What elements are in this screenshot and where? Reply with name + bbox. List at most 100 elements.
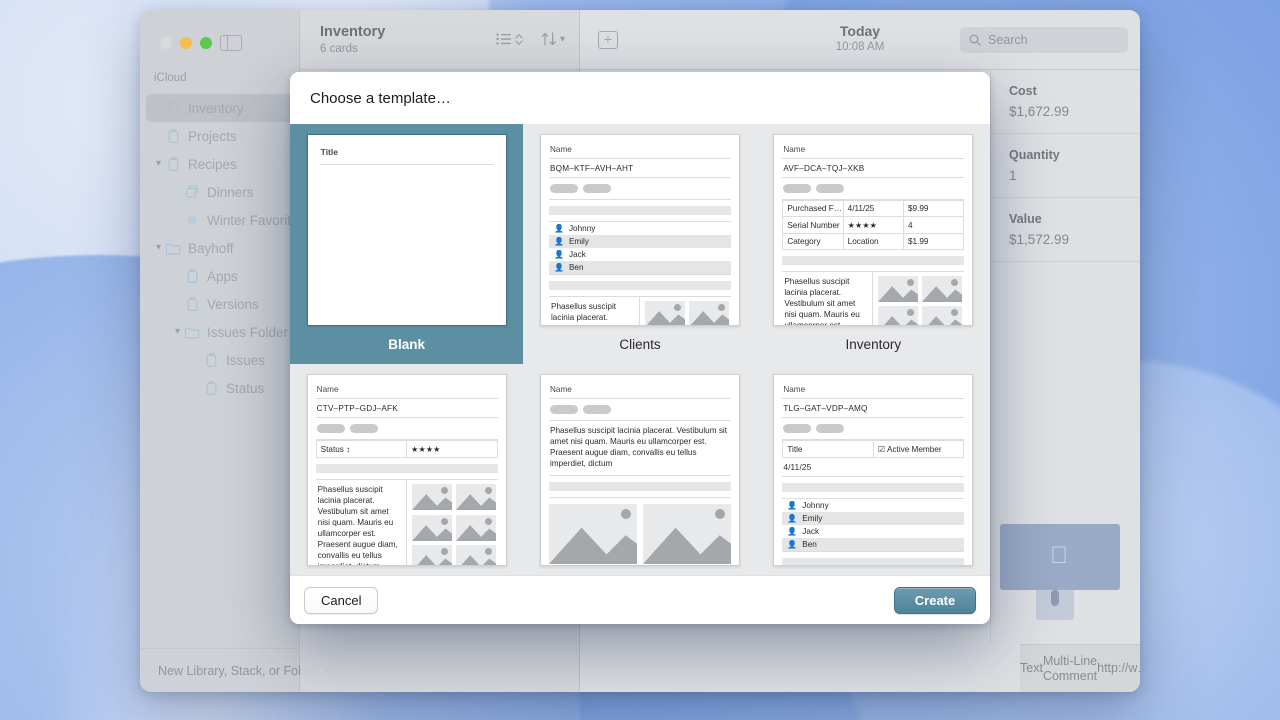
fields-table: Title ☑ Active Member	[782, 440, 965, 458]
list-item[interactable]: 👤 Ben	[782, 538, 965, 551]
clients-template-body: Name BQM–KTF–AVH–AHT 👤 Johnny 👤 Emily 👤 Jack 👤 Be…	[541, 135, 739, 325]
table-row[interactable]: Category Location $1.99	[782, 233, 965, 250]
sidebar-item-status[interactable]: ▾Status	[146, 374, 293, 402]
sidebar-item-issues[interactable]: ▾Issues	[146, 346, 293, 374]
image-placeholder	[878, 276, 919, 302]
cancel-button[interactable]: Cancel	[304, 586, 379, 614]
list-item[interactable]: 👤 Emily	[782, 512, 965, 525]
image-placeholder	[455, 484, 496, 510]
active-member-cell[interactable]: ☑ Active Member	[872, 440, 965, 458]
detail-field-cost[interactable]: Cost $1,672.99	[991, 70, 1140, 134]
template-option-clients[interactable]: Name BQM–KTF–AVH–AHT 👤 Johnny 👤 Emily 👤 Jack 👤 Be…	[523, 124, 756, 364]
tag-pills	[315, 418, 498, 440]
table-row[interactable]: Serial Number ★★★★ 4	[782, 216, 965, 234]
table-cell: Category	[782, 233, 844, 250]
name-field-label: Name	[782, 143, 965, 159]
minimize-button[interactable]	[180, 37, 192, 49]
text-and-images-row: Phasellus suscipit lacinia placerat. Ves…	[315, 479, 498, 565]
list-view-icon	[496, 33, 511, 45]
sidebar-toggle-icon[interactable]	[220, 34, 242, 52]
mountain-icon	[928, 316, 963, 325]
image-placeholder	[548, 504, 637, 564]
person-name: Johnny	[568, 224, 596, 233]
detail-field-value: $1,572.99	[1009, 232, 1070, 247]
divider-bar	[315, 464, 498, 473]
mountain-icon	[884, 316, 919, 325]
table-cell: Location	[842, 233, 904, 250]
sidebar-item-projects[interactable]: ▾Projects	[146, 122, 293, 150]
template-grid-scroll[interactable]: Title Blank Name BQM–KTF–AVH–AHT 👤 Johnny 👤 Emi…	[290, 124, 990, 575]
mountain-icon	[417, 555, 452, 565]
list-item[interactable]: 👤 Jack	[782, 525, 964, 538]
close-button[interactable]	[160, 37, 172, 49]
tag-pill	[549, 405, 578, 414]
disclosure-chevron-icon[interactable]: ▾	[171, 327, 184, 337]
list-item[interactable]: 👤 Ben	[548, 261, 731, 274]
disclosure-chevron-icon[interactable]: ▾	[152, 243, 165, 253]
person-icon: 👤	[787, 514, 798, 523]
table-cell: 4	[902, 216, 965, 234]
code-value: AVF–DCA–TQJ–XKB	[782, 159, 965, 178]
card-detail-header: + Today 10:08 AM Search	[580, 10, 1140, 70]
sidebar-item-label: Bayhoff	[188, 240, 234, 256]
code-value: BQM–KTF–AVH–AHT	[548, 159, 731, 178]
page-title: Inventory	[320, 24, 386, 40]
library-icon	[165, 156, 182, 172]
person-name: Emily	[802, 514, 823, 523]
table-row[interactable]: Title ☑ Active Member	[782, 440, 965, 458]
sidebar-item-recipes[interactable]: ▾ Recipes	[146, 150, 293, 178]
new-library-button[interactable]: New Library, Stack, or Folder ▾	[140, 648, 329, 692]
new-library-label: New Library, Stack, or Folder	[158, 663, 319, 678]
stack-icon	[184, 184, 201, 200]
sidebar-item-apps[interactable]: ▾Apps	[146, 262, 293, 290]
detail-field-value[interactable]: Value $1,572.99	[991, 198, 1140, 262]
detail-field-label: Quantity	[1009, 148, 1060, 162]
view-mode-button[interactable]	[496, 33, 523, 46]
sidebar-item-versions[interactable]: ▾Versions	[146, 290, 293, 318]
template-option-blank[interactable]: Title Blank	[290, 124, 524, 364]
active-member-label: Active Member	[886, 445, 942, 454]
text-and-images-row: Phasellus suscipit lacinia placerat. Ves…	[548, 296, 731, 325]
image-placeholder	[878, 306, 919, 325]
create-button[interactable]: Create	[894, 586, 976, 614]
field-type-chip[interactable]: Multi-Line Comment	[1043, 654, 1097, 684]
table-row[interactable]: Purchased F… 4/11/25 $9.99	[782, 200, 965, 217]
sidebar-item-inventory[interactable]: ▾Inventory	[146, 94, 293, 122]
zoom-button[interactable]	[200, 37, 212, 49]
image-placeholder	[688, 301, 729, 325]
sidebar-item-winter-favorites[interactable]: ▾Winter Favorites	[146, 206, 293, 234]
disclosure-chevron-icon[interactable]: ▾	[152, 159, 165, 169]
people-list[interactable]: 👤 Johnny 👤 Emily 👤 Jack 👤 Ben	[548, 221, 731, 275]
field-type-chip[interactable]: Text	[1020, 661, 1043, 676]
people-list[interactable]: 👤 Johnny 👤 Emily 👤 Jack 👤 Ben	[782, 498, 965, 552]
text-and-images-row: Phasellus suscipit lacinia placerat. Ves…	[782, 271, 965, 325]
sidebar-section-label: iCloud	[154, 72, 187, 84]
list-item[interactable]: 👤 Emily	[548, 235, 731, 248]
sidebar-item-dinners[interactable]: ▾Dinners	[146, 178, 293, 206]
sort-button[interactable]: ▾	[541, 32, 565, 46]
template-option-membership-list[interactable]: Name TLG–GAT–VDP–AMQ Title ☑ Active Member 4…	[757, 364, 990, 575]
mountain-icon	[690, 311, 729, 325]
template-grid: Title Blank Name BQM–KTF–AVH–AHT 👤 Johnny 👤 Emi…	[290, 124, 990, 575]
sidebar-item-issues-folder[interactable]: ▾ Issues Folder	[146, 318, 293, 346]
folder-icon	[165, 240, 182, 256]
search-input[interactable]: Search	[960, 27, 1128, 53]
field-type-chip[interactable]: http://w…	[1097, 661, 1140, 676]
template-option-inventory[interactable]: Name AVF–DCA–TQJ–XKB Purchased F… 4/11/25 $9…	[757, 124, 990, 364]
list-item[interactable]: 👤 Jack	[549, 248, 731, 261]
mountain-icon	[455, 494, 496, 510]
library-icon	[203, 352, 220, 368]
table-row[interactable]: Status ↕ ★★★★	[315, 440, 498, 458]
membership-template-body: Name TLG–GAT–VDP–AMQ Title ☑ Active Member 4…	[774, 375, 972, 565]
divider-bar	[782, 256, 965, 265]
list-item[interactable]: 👤 Johnny	[782, 499, 964, 512]
template-option-journal[interactable]: Name Phasellus suscipit lacinia placerat.…	[523, 364, 756, 575]
checkbox-checked-icon[interactable]: ☑	[878, 445, 885, 454]
table-cell: 4/11/25	[842, 200, 904, 217]
title-field-label: Title	[319, 145, 494, 165]
detail-field-quantity[interactable]: Quantity 1	[991, 134, 1140, 198]
template-label: Blank	[388, 337, 426, 352]
template-option-issues[interactable]: Name CTV–PTP–GDJ–AFK Status ↕ ★★★★ Phasellus…	[290, 364, 523, 575]
sidebar-item-bayhoff[interactable]: ▾ Bayhoff	[146, 234, 293, 262]
list-item[interactable]: 👤 Johnny	[549, 222, 731, 235]
